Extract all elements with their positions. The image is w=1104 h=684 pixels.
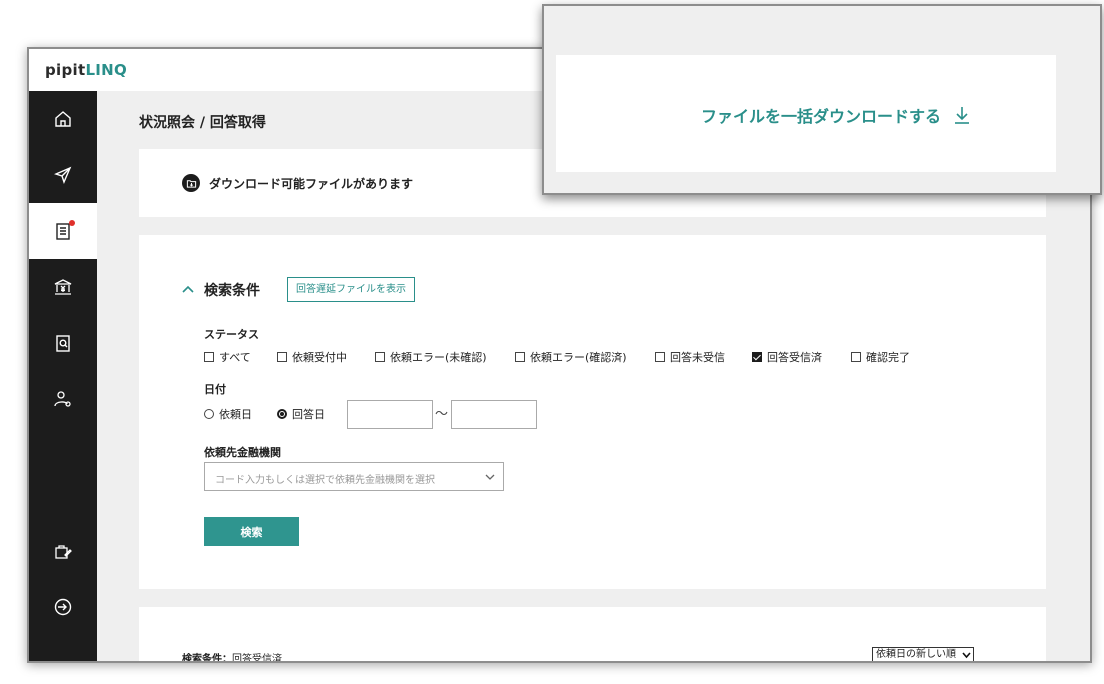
status-checkbox-error-confirmed[interactable]: 依頼エラー(確認済): [515, 349, 627, 365]
chevron-down-icon: [485, 474, 495, 480]
status-checkbox-accepting[interactable]: 依頼受付中: [277, 349, 347, 365]
sort-select[interactable]: 依頼日の新しい順: [872, 647, 974, 661]
institution-placeholder: コード入力もしくは選択で依頼先金融機関を選択: [215, 475, 435, 486]
send-icon: [54, 166, 72, 184]
checkbox-label: 依頼エラー(未確認): [390, 351, 487, 364]
checkbox-label: 確認完了: [866, 351, 910, 364]
sidebar-item-logout[interactable]: [29, 579, 97, 635]
results-condition-prefix: 検索条件：: [182, 654, 232, 663]
institution-select[interactable]: コード入力もしくは選択で依頼先金融機関を選択: [204, 462, 504, 491]
date-label: 日付: [204, 383, 226, 396]
sort-selected-value: 依頼日の新しい順: [876, 649, 956, 660]
download-all-link[interactable]: ファイルを一括ダウンロードする: [701, 103, 971, 127]
sidebar-item-document-search[interactable]: [29, 315, 97, 371]
home-icon: [55, 111, 71, 127]
sidebar: [29, 91, 97, 661]
checkbox-label: すべて: [219, 351, 251, 364]
status-label: ステータス: [204, 328, 259, 341]
sidebar-item-edit[interactable]: [29, 523, 97, 579]
download-all-label: ファイルを一括ダウンロードする: [701, 107, 942, 126]
document-search-icon: [56, 335, 70, 352]
radio[interactable]: [204, 409, 214, 419]
search-card: 検索条件 回答遅延ファイルを表示 ステータス すべて 依頼受付中 依頼エラー(未…: [139, 235, 1046, 589]
sidebar-item-send[interactable]: [29, 147, 97, 203]
results-condition: 検索条件：回答受信済: [182, 650, 282, 663]
checkbox-label: 依頼エラー(確認済): [530, 351, 627, 364]
radio-label: 回答日: [292, 408, 325, 421]
status-checkbox-not-received[interactable]: 回答未受信: [655, 349, 725, 365]
edit-bag-icon: [55, 545, 72, 559]
search-button[interactable]: 検索: [204, 517, 299, 546]
status-checkbox-received[interactable]: 回答受信済: [752, 349, 822, 365]
checkbox[interactable]: [851, 352, 861, 362]
checkbox[interactable]: [277, 352, 287, 362]
sidebar-item-user-settings[interactable]: [29, 371, 97, 427]
checkbox[interactable]: [655, 352, 665, 362]
logout-icon: [54, 598, 72, 616]
status-checkbox-error-unconfirmed[interactable]: 依頼エラー(未確認): [375, 349, 487, 365]
date-radio-answer[interactable]: 回答日: [277, 406, 325, 422]
status-checkbox-all[interactable]: すべて: [204, 349, 251, 365]
show-delayed-files-button[interactable]: 回答遅延ファイルを表示: [287, 277, 415, 302]
checkbox[interactable]: [204, 352, 214, 362]
search-heading: 検索条件: [204, 283, 260, 299]
checkbox-checked[interactable]: [752, 352, 762, 362]
notice-text: ダウンロード可能ファイルがあります: [209, 177, 414, 191]
status-checkbox-completed[interactable]: 確認完了: [851, 349, 910, 365]
results-card: 検索条件：回答受信済 依頼日の新しい順: [139, 607, 1046, 663]
radio-label: 依頼日: [219, 408, 252, 421]
download-folder-icon: [182, 174, 200, 192]
date-separator: 〜: [435, 407, 449, 422]
logo: pipitLINQ: [45, 61, 127, 79]
bank-icon: [54, 279, 72, 295]
institution-label: 依頼先金融機関: [204, 446, 281, 459]
logo-accent: LINQ: [85, 61, 128, 79]
sidebar-item-home[interactable]: [29, 91, 97, 147]
checkbox[interactable]: [375, 352, 385, 362]
checkbox-label: 回答未受信: [670, 351, 725, 364]
notification-dot: [69, 220, 75, 226]
sidebar-item-documents[interactable]: [29, 203, 97, 259]
user-settings-icon: [54, 391, 71, 407]
radio-selected[interactable]: [277, 409, 287, 419]
date-radio-request[interactable]: 依頼日: [204, 406, 252, 422]
download-arrow-icon: [955, 107, 970, 124]
chevron-down-icon: [962, 652, 971, 659]
logo-prefix: pipit: [45, 61, 86, 79]
page-title: 状況照会 / 回答取得: [139, 115, 266, 131]
date-from-input[interactable]: [347, 400, 433, 429]
callout-panel: ファイルを一括ダウンロードする: [556, 55, 1056, 172]
checkbox-label: 回答受信済: [767, 351, 822, 364]
chevron-up-icon[interactable]: [181, 282, 195, 296]
checkbox[interactable]: [515, 352, 525, 362]
checkbox-label: 依頼受付中: [292, 351, 347, 364]
sidebar-item-bank[interactable]: [29, 259, 97, 315]
results-condition-value: 回答受信済: [232, 654, 282, 663]
date-to-input[interactable]: [451, 400, 537, 429]
download-callout: ファイルを一括ダウンロードする: [542, 4, 1102, 195]
